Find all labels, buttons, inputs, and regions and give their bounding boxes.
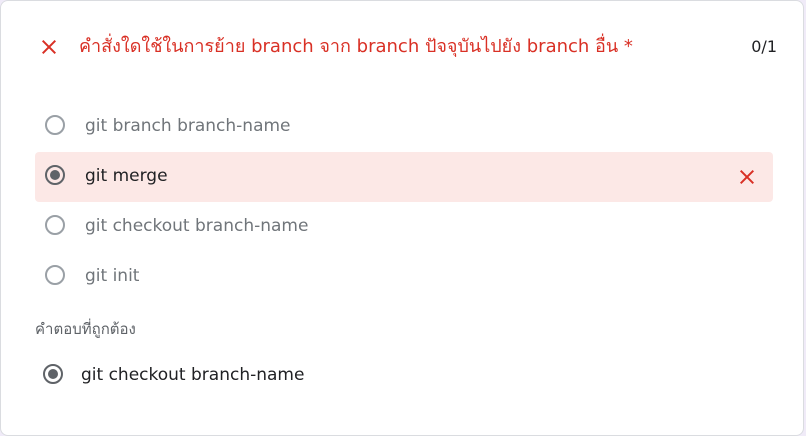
- radio-button[interactable]: [45, 265, 65, 285]
- option-git-merge[interactable]: git merge: [35, 152, 773, 202]
- question-title: คำสั่งใดใช้ในการย้าย branch จาก branch ป…: [79, 36, 633, 57]
- incorrect-mark-icon: [740, 170, 754, 184]
- radio-button[interactable]: [45, 115, 65, 135]
- close-icon: [42, 40, 56, 54]
- correct-answer-option: git checkout branch-name: [33, 351, 433, 401]
- correct-answer-heading: คำตอบที่ถูกต้อง: [35, 320, 136, 338]
- option-label: git branch branch-name: [85, 116, 291, 136]
- option-label: git merge: [85, 166, 168, 186]
- radio-button-selected[interactable]: [45, 165, 65, 185]
- radio-button-selected: [43, 364, 63, 384]
- option-git-checkout[interactable]: git checkout branch-name: [35, 202, 773, 252]
- question-card: คำสั่งใดใช้ในการย้าย branch จาก branch ป…: [0, 0, 804, 436]
- question-header: คำสั่งใดใช้ในการย้าย branch จาก branch ป…: [37, 31, 777, 63]
- option-label: git init: [85, 266, 140, 286]
- radio-button[interactable]: [45, 215, 65, 235]
- option-git-branch[interactable]: git branch branch-name: [35, 102, 773, 152]
- option-git-init[interactable]: git init: [35, 252, 773, 302]
- correct-answer-label: git checkout branch-name: [81, 365, 305, 385]
- option-label: git checkout branch-name: [85, 216, 309, 236]
- question-score: 0/1: [751, 37, 777, 56]
